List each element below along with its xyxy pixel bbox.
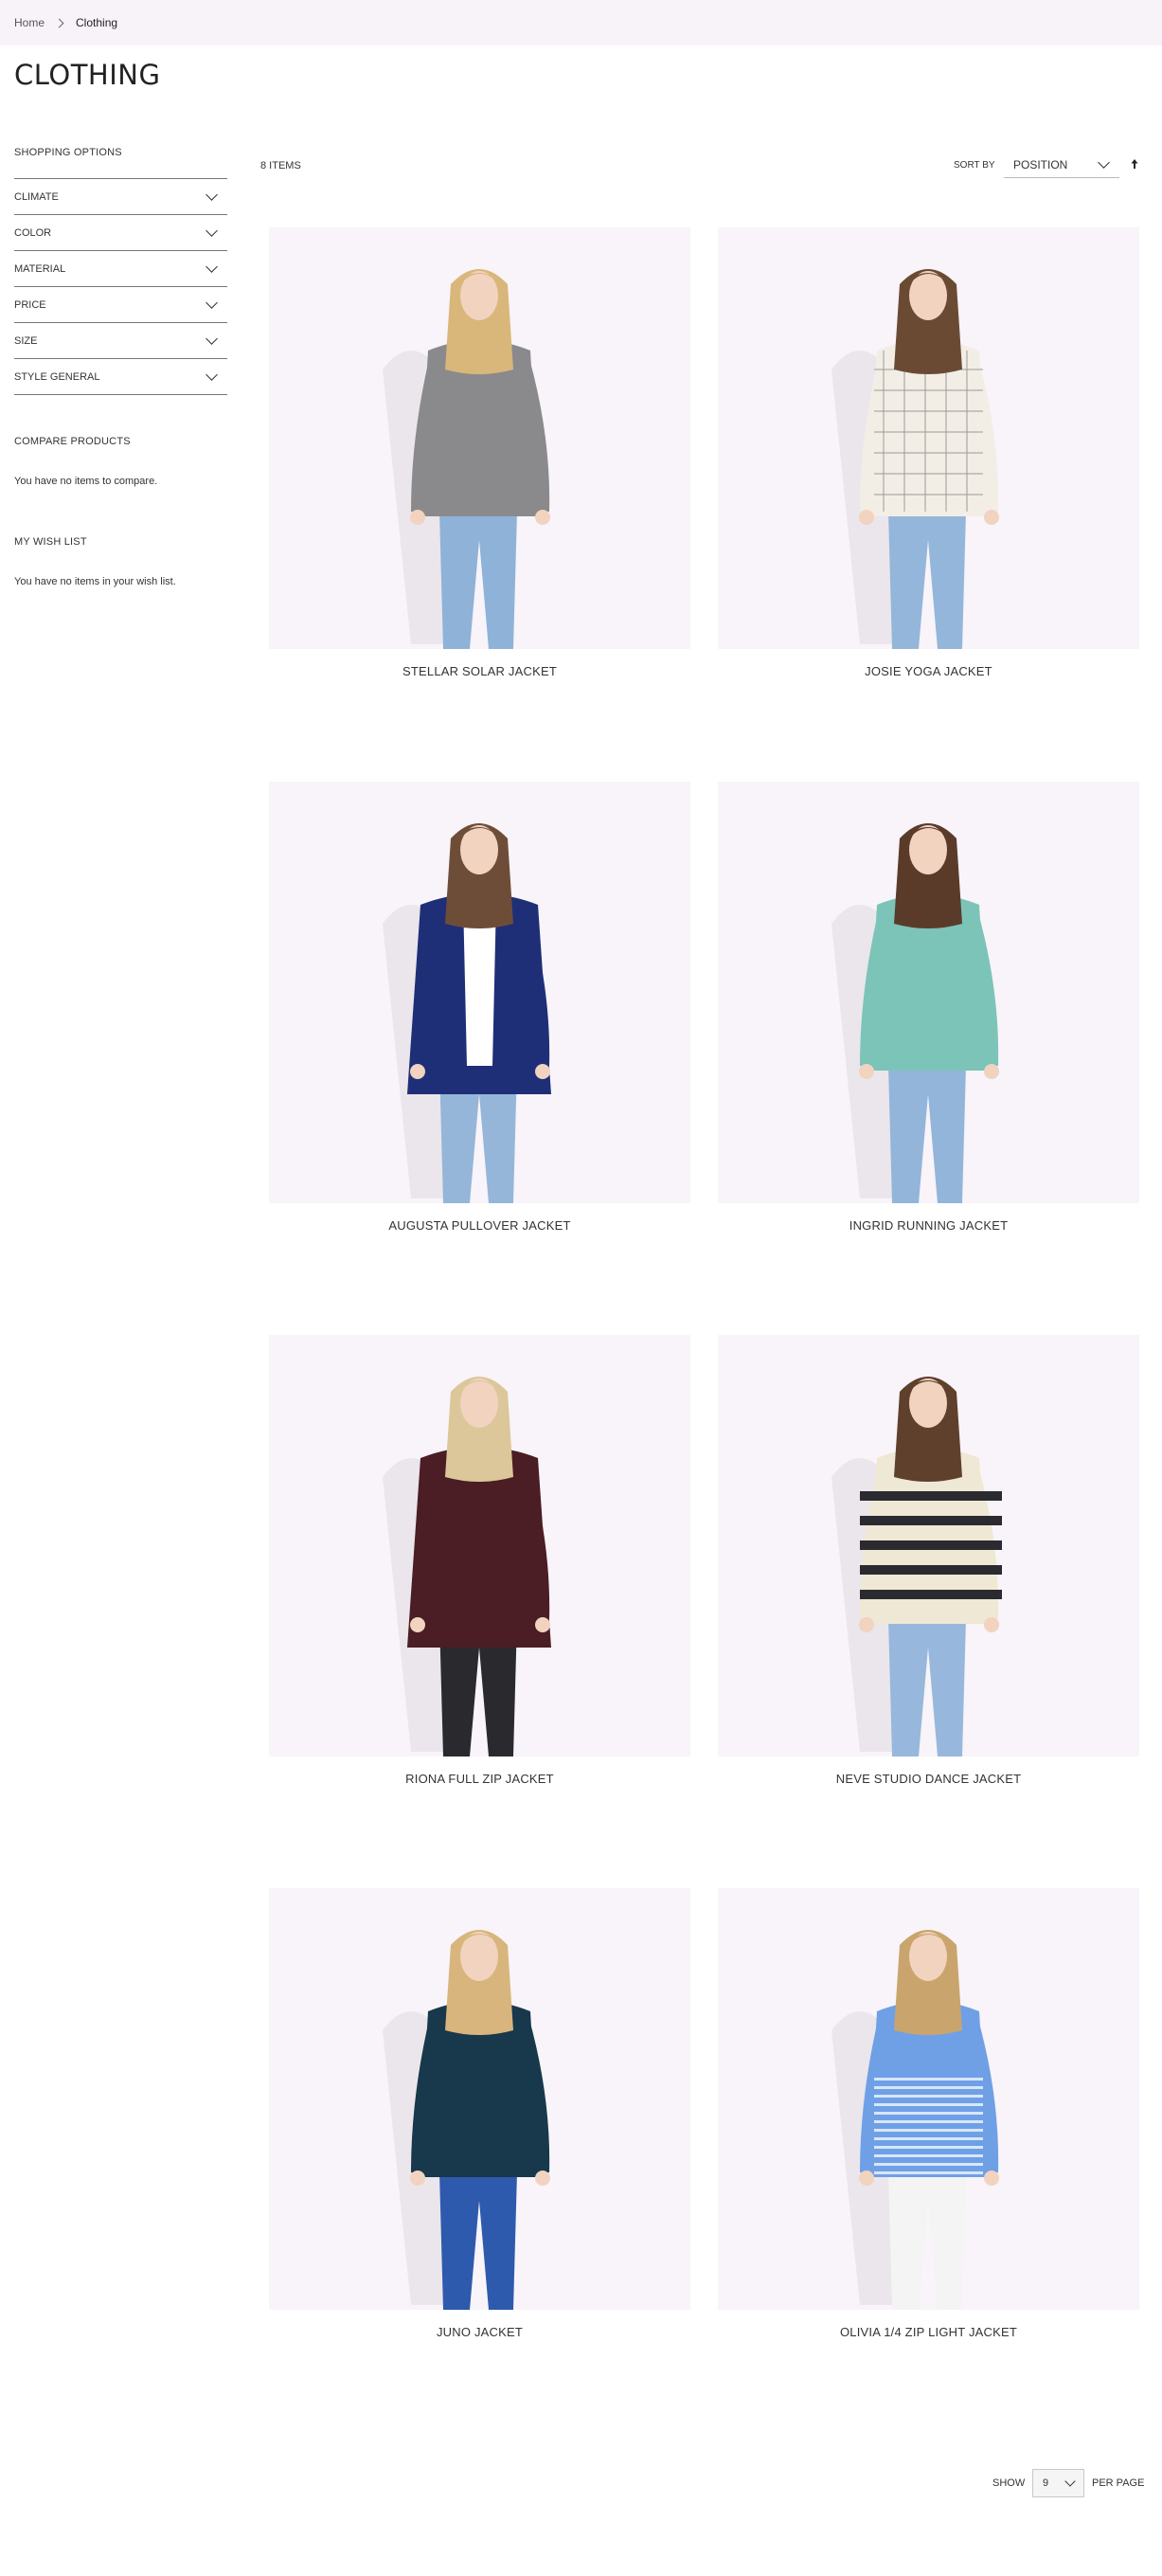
breadcrumb-home-link[interactable]: Home (14, 16, 45, 29)
items-count: 8 ITEMS (260, 160, 301, 171)
product-photo[interactable] (718, 1888, 1139, 2310)
product-photo[interactable] (269, 782, 690, 1203)
filter-material[interactable]: MATERIAL (14, 251, 227, 287)
product-name[interactable]: STELLAR SOLAR JACKET (269, 664, 690, 678)
chevron-down-icon (206, 188, 218, 201)
model-figure (831, 1377, 1002, 1756)
breadcrumb-bar: Home Clothing (0, 0, 1162, 45)
product-card[interactable]: STELLAR SOLAR JACKET (269, 227, 690, 678)
per-page-value: 9 (1043, 2477, 1049, 2489)
product-card[interactable]: OLIVIA 1/4 ZIP LIGHT JACKET (718, 1888, 1139, 2339)
filter-list: CLIMATE COLOR MATERIAL PRICE SIZE STYLE … (14, 178, 227, 395)
model-figure (383, 823, 551, 1203)
sort-by-label: SORT BY (954, 160, 995, 171)
model-figure (383, 1930, 550, 2310)
chevron-down-icon (1098, 155, 1110, 169)
product-photo[interactable] (718, 227, 1139, 649)
chevron-down-icon (206, 332, 218, 345)
filter-climate[interactable]: CLIMATE (14, 179, 227, 215)
product-photo[interactable] (269, 1335, 690, 1756)
filter-label: SIZE (14, 334, 38, 347)
product-card[interactable]: INGRID RUNNING JACKET (718, 782, 1139, 1233)
product-photo[interactable] (269, 1888, 690, 2310)
model-figure (383, 269, 550, 649)
filter-label: CLIMATE (14, 190, 59, 203)
compare-products-block: COMPARE PRODUCTS You have no items to co… (14, 436, 227, 487)
model-figure (831, 823, 999, 1203)
product-photo[interactable] (718, 782, 1139, 1203)
show-label: SHOW (992, 2477, 1026, 2489)
product-card[interactable]: NEVE STUDIO DANCE JACKET (718, 1335, 1139, 1786)
chevron-down-icon (206, 224, 218, 237)
filter-label: MATERIAL (14, 262, 66, 275)
sidebar: SHOPPING OPTIONS CLIMATE COLOR MATERIAL … (14, 147, 227, 587)
sort-by-select[interactable]: POSITION (1004, 152, 1119, 178)
per-page-label: PER PAGE (1092, 2477, 1145, 2489)
compare-products-empty-text: You have no items to compare. (14, 476, 158, 487)
product-photo[interactable] (718, 1335, 1139, 1756)
product-name[interactable]: OLIVIA 1/4 ZIP LIGHT JACKET (718, 2325, 1139, 2339)
model-figure (831, 269, 999, 649)
product-name[interactable]: JOSIE YOGA JACKET (718, 664, 1139, 678)
shopping-options-heading: SHOPPING OPTIONS (14, 147, 122, 158)
filter-style-general[interactable]: STYLE GENERAL (14, 359, 227, 395)
product-name[interactable]: NEVE STUDIO DANCE JACKET (718, 1772, 1139, 1786)
product-card[interactable]: RIONA FULL ZIP JACKET (269, 1335, 690, 1786)
chevron-down-icon (206, 296, 218, 309)
chevron-down-icon (206, 368, 218, 381)
wishlist-heading: MY WISH LIST (14, 536, 87, 548)
product-name[interactable]: AUGUSTA PULLOVER JACKET (269, 1218, 690, 1233)
sort-by-value: POSITION (1013, 157, 1068, 171)
product-card[interactable]: AUGUSTA PULLOVER JACKET (269, 782, 690, 1233)
model-figure (383, 1377, 551, 1756)
compare-products-heading: COMPARE PRODUCTS (14, 436, 131, 447)
product-card[interactable]: JUNO JACKET (269, 1888, 690, 2339)
breadcrumb-current: Clothing (76, 16, 118, 29)
chevron-right-icon (54, 18, 64, 27)
wishlist-empty-text: You have no items in your wish list. (14, 576, 176, 587)
page-title: CLOTHING (14, 59, 161, 91)
arrow-up-icon[interactable] (1129, 157, 1140, 171)
product-card[interactable]: JOSIE YOGA JACKET (718, 227, 1139, 678)
filter-size[interactable]: SIZE (14, 323, 227, 359)
breadcrumb: Home Clothing (14, 16, 117, 29)
filter-label: COLOR (14, 226, 52, 239)
product-name[interactable]: JUNO JACKET (269, 2325, 690, 2339)
chevron-down-icon (206, 260, 218, 273)
chevron-down-icon (1064, 2475, 1076, 2487)
product-name[interactable]: INGRID RUNNING JACKET (718, 1218, 1139, 1233)
filter-price[interactable]: PRICE (14, 287, 227, 323)
product-name[interactable]: RIONA FULL ZIP JACKET (269, 1772, 690, 1786)
model-figure (831, 1930, 999, 2310)
filter-label: PRICE (14, 298, 46, 311)
filter-color[interactable]: COLOR (14, 215, 227, 251)
wishlist-block: MY WISH LIST You have no items in your w… (14, 536, 227, 587)
product-photo[interactable] (269, 227, 690, 649)
per-page-select[interactable]: 9 (1032, 2469, 1084, 2497)
filter-label: STYLE GENERAL (14, 370, 100, 383)
